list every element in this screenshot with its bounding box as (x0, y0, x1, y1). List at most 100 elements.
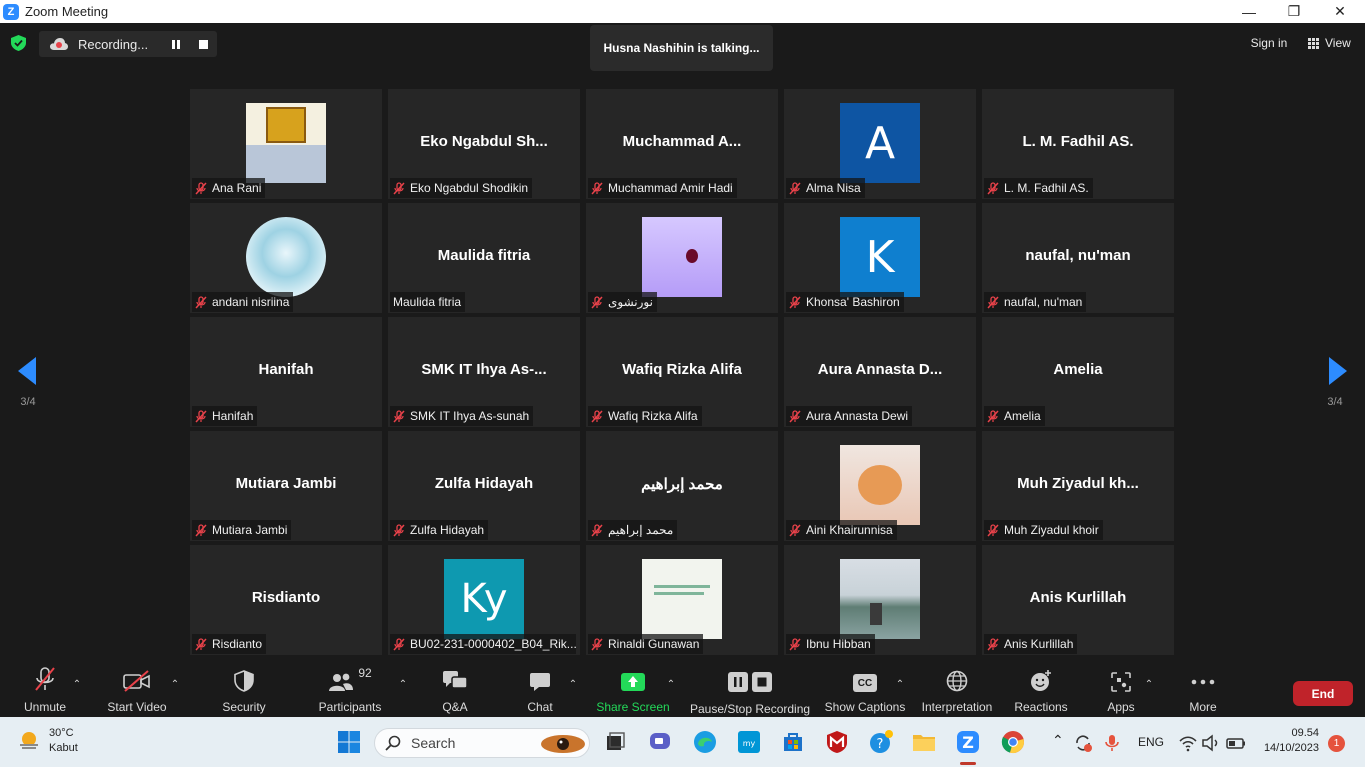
participant-tile[interactable]: Ana Rani (190, 89, 382, 199)
participant-tile[interactable]: Muchammad A... Muchammad Amir Hadi (586, 89, 778, 199)
mcafee-icon[interactable] (825, 730, 849, 754)
participant-tile[interactable]: Amelia Amelia (982, 317, 1174, 427)
smiley-plus-icon (1031, 670, 1051, 691)
participants-button[interactable]: 92 Participants (317, 662, 383, 717)
notification-badge[interactable]: 1 (1328, 735, 1345, 752)
weather-widget[interactable]: 30°C Kabut (18, 726, 78, 756)
participant-tile[interactable]: Maulida fitria Maulida fitria (388, 203, 580, 313)
muted-mic-icon (195, 637, 207, 651)
myhp-icon[interactable]: my (737, 730, 761, 754)
participant-name: Hanifah (212, 409, 254, 423)
muted-mic-icon (591, 637, 603, 651)
participant-tile[interactable]: Aura Annasta D... Aura Annasta Dewi (784, 317, 976, 427)
stop-recording-button[interactable] (199, 40, 208, 49)
haze-weather-icon (20, 732, 38, 749)
close-button[interactable]: ✕ (1317, 0, 1363, 23)
participant-tile[interactable]: K Khonsa' Bashiron (784, 203, 976, 313)
participant-tile[interactable]: Zulfa Hidayah Zulfa Hidayah (388, 431, 580, 541)
participant-tile[interactable]: SMK IT Ihya As-... SMK IT Ihya As-sunah (388, 317, 580, 427)
windows-start-icon[interactable] (337, 730, 361, 754)
view-label: View (1325, 36, 1351, 50)
participants-label: Participants (318, 700, 382, 714)
participant-nameplate: Hanifah (192, 406, 258, 426)
interpretation-button[interactable]: Interpretation (918, 662, 996, 717)
video-options-caret-icon[interactable]: ⌃ (170, 679, 180, 690)
participant-tile[interactable]: Mutiara Jambi Mutiara Jambi (190, 431, 382, 541)
participant-tile[interactable]: نورنشوى (586, 203, 778, 313)
participant-name: محمد إبراهيم (608, 523, 674, 537)
participant-name: Zulfa Hidayah (410, 523, 485, 537)
participant-tile[interactable]: L. M. Fadhil AS. L. M. Fadhil AS. (982, 89, 1174, 199)
volume-icon[interactable] (1201, 733, 1221, 753)
share-screen-icon (621, 673, 645, 691)
chat-caret-icon[interactable]: ⌃ (568, 679, 578, 690)
microsoft-store-icon[interactable] (781, 730, 805, 754)
file-explorer-icon[interactable] (912, 730, 936, 754)
start-video-button[interactable]: Start Video (103, 662, 171, 717)
participant-nameplate: Maulida fitria (390, 292, 466, 312)
audio-options-caret-icon[interactable]: ⌃ (72, 679, 82, 690)
participant-tile[interactable]: Hanifah Hanifah (190, 317, 382, 427)
participant-tile[interactable]: Eko Ngabdul Sh... Eko Ngabdul Shodikin (388, 89, 580, 199)
unmute-button[interactable]: Unmute (20, 662, 70, 717)
captions-caret-icon[interactable]: ⌃ (895, 679, 905, 690)
participant-display-name: Muchammad A... (622, 133, 742, 150)
participant-name: Muh Ziyadul khoir (1004, 523, 1099, 537)
battery-icon[interactable] (1226, 733, 1246, 753)
help-icon[interactable]: ? (869, 730, 893, 754)
previous-page-arrow-icon[interactable] (13, 351, 43, 391)
participant-avatar (246, 217, 326, 297)
security-button[interactable]: Security (219, 662, 269, 717)
edge-browser-icon[interactable] (693, 730, 717, 754)
reactions-button[interactable]: Reactions (1012, 662, 1070, 717)
share-options-caret-icon[interactable]: ⌃ (666, 679, 676, 690)
participant-tile[interactable]: Risdianto Risdianto (190, 545, 382, 655)
taskbar-search-box[interactable]: Search (374, 728, 590, 758)
sign-in-button[interactable]: Sign in (1242, 32, 1296, 54)
show-hidden-icons-chevron-icon[interactable]: ⌃ (1052, 732, 1064, 749)
wifi-icon[interactable] (1178, 733, 1198, 753)
participant-tile[interactable]: Wafiq Rizka Alifa Wafiq Rizka Alifa (586, 317, 778, 427)
participant-name: Ibnu Hibban (806, 637, 871, 651)
pause-recording-button[interactable] (172, 40, 182, 49)
participant-tile[interactable]: A Alma Nisa (784, 89, 976, 199)
participant-tile[interactable]: Aini Khairunnisa (784, 431, 976, 541)
more-button[interactable]: More (1183, 662, 1223, 717)
participant-name: Aura Annasta Dewi (806, 409, 909, 423)
participant-tile[interactable]: Rinaldi Gunawan (586, 545, 778, 655)
muted-mic-icon (987, 523, 999, 537)
meet-chat-icon[interactable] (648, 730, 672, 754)
apps-button[interactable]: Apps (1103, 662, 1139, 717)
chat-button[interactable]: Chat (515, 662, 565, 717)
pause-stop-recording-button[interactable]: Pause/Stop Recording (690, 662, 810, 717)
weather-temperature: 30°C (49, 727, 74, 739)
task-view-icon[interactable] (603, 730, 627, 754)
zoom-taskbar-icon[interactable]: Z (956, 730, 980, 754)
qa-button[interactable]: Q&A (430, 662, 480, 717)
apps-caret-icon[interactable]: ⌃ (1144, 679, 1154, 690)
taskbar-clock[interactable]: 09.54 14/10/2023 (1253, 726, 1319, 756)
participant-tile[interactable]: محمد إبراهيم محمد إبراهيم (586, 431, 778, 541)
participant-tile[interactable]: Muh Ziyadul kh... Muh Ziyadul khoir (982, 431, 1174, 541)
participant-tile[interactable]: Ky BU02-231-0000402_B04_Rik... (388, 545, 580, 655)
participant-tile[interactable]: Anis Kurlillah Anis Kurlillah (982, 545, 1174, 655)
recording-label: Recording... (78, 36, 149, 52)
next-page-arrow-icon[interactable] (1322, 351, 1352, 391)
chrome-browser-icon[interactable] (1001, 730, 1025, 754)
end-meeting-button[interactable]: End (1293, 681, 1353, 706)
restore-button[interactable]: ❐ (1271, 0, 1317, 23)
sync-alert-icon[interactable] (1073, 733, 1093, 753)
view-button[interactable]: View (1302, 32, 1358, 54)
participant-tile[interactable]: Ibnu Hibban (784, 545, 976, 655)
participant-name: Khonsa' Bashiron (806, 295, 900, 309)
microphone-in-use-icon[interactable] (1102, 733, 1122, 753)
participant-tile[interactable]: naufal, nu'man naufal, nu'man (982, 203, 1174, 313)
share-screen-button[interactable]: Share Screen (596, 662, 670, 717)
participant-tile[interactable]: andani nisriina (190, 203, 382, 313)
muted-mic-icon (591, 295, 603, 309)
input-language[interactable]: ENG (1138, 735, 1164, 749)
minimize-button[interactable]: — (1226, 0, 1272, 23)
participants-caret-icon[interactable]: ⌃ (398, 679, 408, 690)
encryption-shield-icon[interactable] (11, 35, 26, 51)
participant-name: Wafiq Rizka Alifa (608, 409, 698, 423)
